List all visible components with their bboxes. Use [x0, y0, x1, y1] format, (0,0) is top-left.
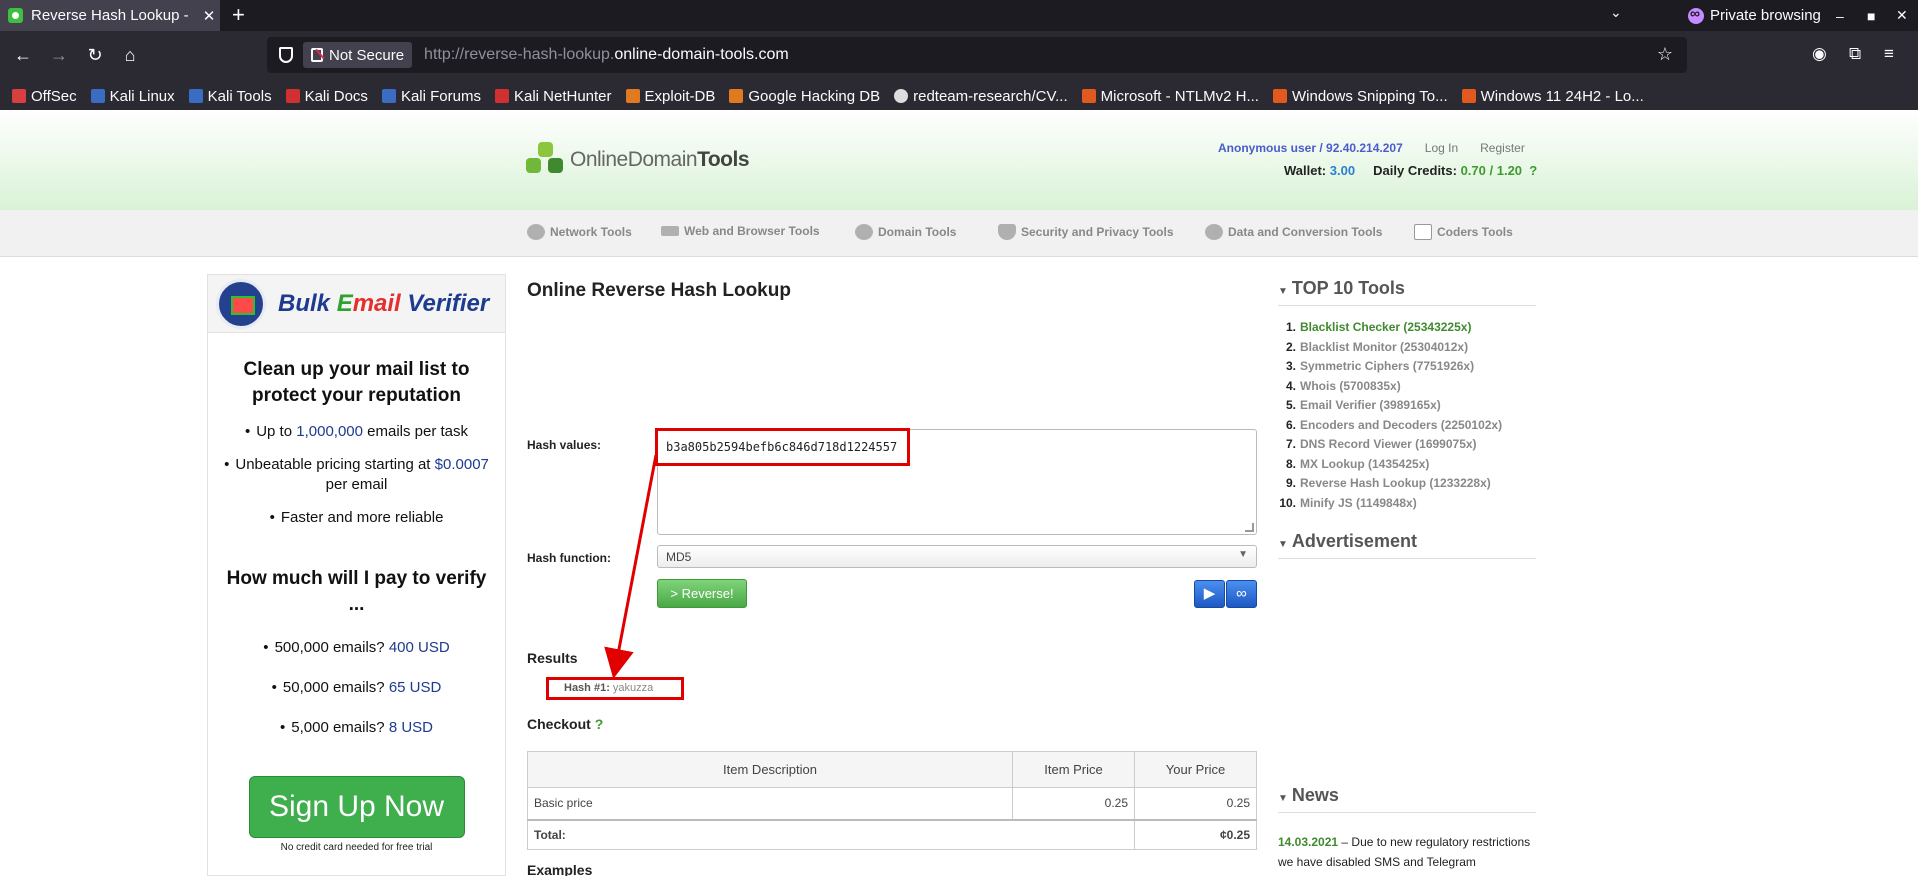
url-host: online-domain-tools.com: [614, 46, 789, 63]
top10-item[interactable]: 3. Symmetric Ciphers (7751926x): [1278, 359, 1502, 379]
table-row: Basic price 0.25 0.25: [527, 787, 1257, 820]
bookmark-item[interactable]: Kali Tools: [188, 88, 272, 105]
checkout-help-icon[interactable]: ?: [595, 716, 604, 732]
bookmark-item[interactable]: Kali Linux: [90, 88, 175, 105]
minimize-icon[interactable]: –: [1836, 0, 1844, 31]
back-arrow-icon[interactable]: ←: [11, 43, 35, 67]
bookmark-item[interactable]: Windows 11 24H2 - Lo...: [1461, 88, 1644, 105]
bookmark-item[interactable]: Kali Forums: [381, 88, 481, 105]
bookmark-star-icon[interactable]: ☆: [1657, 44, 1673, 65]
top10-item[interactable]: 7. DNS Record Viewer (1699075x): [1278, 437, 1502, 457]
forward-arrow-icon[interactable]: →: [47, 43, 71, 67]
exploit-db-icon: [625, 89, 640, 103]
top10-item[interactable]: 5. Email Verifier (3989165x): [1278, 398, 1502, 418]
bookmarks-bar: OffSec Kali Linux Kali Tools Kali Docs K…: [0, 82, 1918, 110]
bookmark-item[interactable]: redteam-research/CV...: [894, 88, 1068, 105]
bookmark-item[interactable]: Google Hacking DB: [729, 88, 880, 105]
table-total-row: Total: ¢0.25: [527, 818, 1257, 850]
insecure-lock-icon: [311, 48, 323, 62]
address-bar[interactable]: Not Secure http://reverse-hash-lookup.on…: [267, 37, 1687, 73]
kali-docs-icon: [285, 89, 300, 103]
top10-item[interactable]: 4. Whois (5700835x): [1278, 379, 1502, 399]
tab-bar: Reverse Hash Lookup - Re ✕ + ⌄ Private b…: [0, 0, 1918, 31]
web-page: OnlineDomainTools Anonymous user / 92.40…: [0, 110, 1918, 876]
new-tab-button[interactable]: +: [232, 2, 245, 28]
maximize-icon[interactable]: ■: [1867, 0, 1875, 31]
collapse-triangle-icon: ▼: [1278, 793, 1288, 804]
table-header: Your Price: [1134, 751, 1257, 788]
extensions-icon[interactable]: ⧉: [1849, 44, 1861, 64]
tab-close-icon[interactable]: ✕: [198, 7, 220, 25]
bookmark-item[interactable]: Exploit-DB: [625, 88, 715, 105]
private-browsing-label: Private browsing: [1710, 7, 1821, 24]
not-secure-label: Not Secure: [329, 46, 405, 64]
offsec-favicon-icon: [12, 89, 26, 103]
kali-forums-icon: [381, 89, 396, 103]
url-prefix: http://reverse-hash-lookup.: [424, 46, 615, 63]
home-icon[interactable]: ⌂: [118, 43, 142, 67]
google-hacking-db-icon: [729, 89, 744, 103]
microsoft-ntlm-icon: [1081, 89, 1096, 103]
top10-item[interactable]: 8. MX Lookup (1435425x): [1278, 457, 1502, 477]
top10-item[interactable]: 9. Reverse Hash Lookup (1233228x): [1278, 476, 1502, 496]
tracking-shield-icon[interactable]: [279, 47, 293, 63]
window-close-icon[interactable]: ✕: [1896, 0, 1908, 31]
account-icon[interactable]: ◉: [1812, 44, 1827, 64]
site-favicon-icon: [8, 8, 23, 23]
browser-tab[interactable]: Reverse Hash Lookup - Re ✕: [0, 0, 220, 31]
bookmark-item[interactable]: Windows Snipping To...: [1272, 88, 1448, 105]
bookmark-item[interactable]: Kali Docs: [285, 88, 368, 105]
bookmark-item[interactable]: Kali NetHunter: [494, 88, 612, 105]
collapse-triangle-icon: ▼: [1278, 286, 1288, 297]
tab-title: Reverse Hash Lookup - Re: [31, 7, 190, 24]
private-browsing-indicator: Private browsing: [1688, 0, 1821, 31]
news-heading[interactable]: ▼ News: [1278, 785, 1536, 813]
private-mask-icon: [1688, 5, 1704, 24]
top10-item[interactable]: 6. Encoders and Decoders (2250102x): [1278, 418, 1502, 438]
top10-item[interactable]: 10. Minify JS (1149848x): [1278, 496, 1502, 516]
navigation-bar: ← → ↻ ⌂ Not Secure http://reverse-hash-l…: [0, 31, 1918, 82]
app-menu-icon[interactable]: ≡: [1884, 44, 1894, 64]
tab-list-chevron-icon[interactable]: ⌄: [1610, 4, 1622, 21]
reload-icon[interactable]: ↻: [83, 43, 107, 67]
url-text[interactable]: http://reverse-hash-lookup.online-domain…: [424, 46, 789, 64]
not-secure-badge[interactable]: Not Secure: [303, 42, 413, 68]
top10-heading[interactable]: ▼ TOP 10 Tools: [1278, 278, 1536, 306]
top10-list: 1. Blacklist Checker (25343225x) 2. Blackl…: [1278, 320, 1502, 515]
kali-nethunter-icon: [494, 89, 509, 103]
table-header: Item Price: [1012, 751, 1135, 788]
top10-item[interactable]: 1. Blacklist Checker (25343225x): [1278, 320, 1502, 340]
checkout-table: Item Description Item Price Your Price B…: [527, 751, 1257, 850]
github-icon: [894, 89, 909, 103]
news-item: 14.03.2021 – Due to new regulatory restr…: [1278, 832, 1536, 876]
windows-snipping-icon: [1272, 89, 1287, 103]
kali-tools-icon: [188, 89, 203, 103]
top10-item[interactable]: 2. Blacklist Monitor (25304012x): [1278, 340, 1502, 360]
examples-heading: Examples: [527, 862, 593, 876]
news-date[interactable]: 14.03.2021: [1278, 835, 1338, 849]
kali-dragon-icon: [90, 89, 105, 103]
collapse-triangle-icon: ▼: [1278, 539, 1288, 550]
table-header: Item Description: [527, 751, 1013, 788]
advertisement-heading[interactable]: ▼ Advertisement: [1278, 531, 1536, 559]
bookmark-item[interactable]: Microsoft - NTLMv2 H...: [1081, 88, 1259, 105]
checkout-heading: Checkout ?: [527, 716, 604, 732]
bookmark-item[interactable]: OffSec: [12, 88, 77, 105]
windows-11-icon: [1461, 89, 1476, 103]
